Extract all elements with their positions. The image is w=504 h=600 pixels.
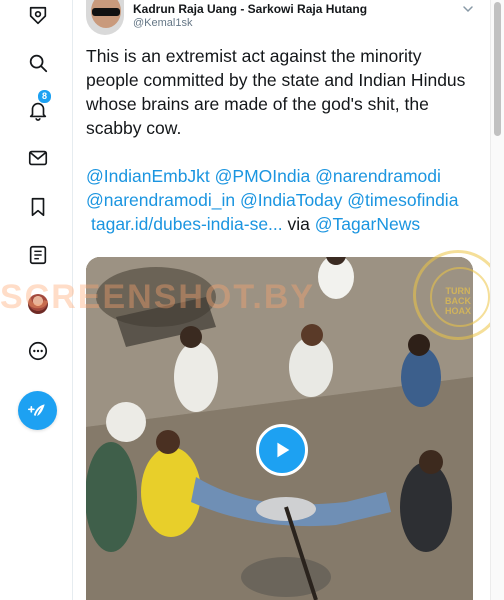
play-icon [277, 442, 290, 458]
author-name[interactable]: Kadrun Raja Uang - Sarkowi Raja Hutang [133, 2, 367, 16]
home-button[interactable] [22, 0, 54, 32]
home-icon [29, 6, 47, 25]
watermark: SCREENSHOT.BY [0, 278, 316, 316]
mention-link[interactable]: @PMOIndia [215, 166, 311, 186]
article-link[interactable]: tagar.id/dubes-india-se... [91, 214, 283, 234]
scrollbar[interactable] [490, 0, 504, 600]
mention-link[interactable]: @IndianEmbJkt [86, 166, 210, 186]
messages-button[interactable] [22, 142, 54, 174]
avatar-sunglasses [92, 8, 120, 16]
mail-icon [28, 150, 48, 166]
mention-link[interactable]: @IndiaToday [240, 190, 342, 210]
via-mention-link[interactable]: @TagarNews [315, 214, 420, 234]
play-button[interactable] [256, 424, 308, 476]
mention-link[interactable]: @timesofindia [347, 190, 458, 210]
more-button[interactable] [22, 335, 54, 367]
list-icon [29, 245, 47, 265]
scrollbar-thumb[interactable] [494, 2, 501, 136]
author-handle[interactable]: @Kemal1sk [133, 17, 192, 29]
compose-tweet-button[interactable] [18, 391, 57, 430]
mention-link[interactable]: @narendramodi_in [86, 190, 235, 210]
chevron-down-icon [463, 6, 473, 13]
tweet-text: This is an extremist act against the min… [86, 46, 466, 138]
tweet-mentions: @IndianEmbJkt @PMOIndia @narendramodi @n… [86, 164, 478, 236]
compose-tweet-icon [27, 403, 45, 416]
mention-link[interactable]: @narendramodi [315, 166, 441, 186]
explore-button[interactable] [22, 47, 54, 79]
tweet-menu-button[interactable] [461, 2, 475, 16]
notifications-button[interactable]: 8 [22, 89, 54, 126]
search-icon [29, 54, 48, 73]
via-label: via [287, 214, 310, 234]
bookmark-icon [31, 197, 45, 217]
notification-count-badge: 8 [37, 89, 52, 104]
lists-button[interactable] [22, 239, 54, 271]
more-icon [28, 341, 48, 361]
bookmarks-button[interactable] [22, 191, 54, 223]
author-avatar[interactable] [86, 0, 124, 35]
seal-label: TURN BACK HOAX [444, 286, 471, 316]
